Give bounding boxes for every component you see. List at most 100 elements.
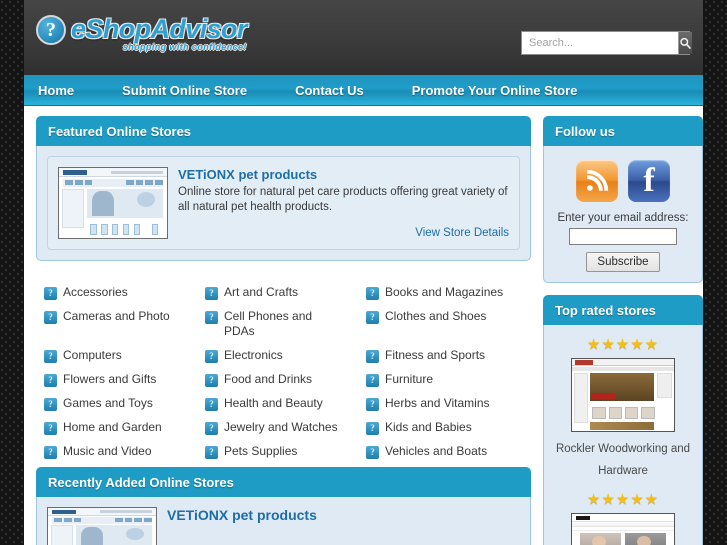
category-label: Accessories (63, 285, 128, 299)
category-folder-icon: ? (366, 311, 379, 324)
email-subscribe-label: Enter your email address: (557, 212, 689, 224)
category-folder-icon: ? (44, 287, 57, 300)
search-input[interactable] (522, 32, 678, 54)
category-label: Books and Magazines (385, 285, 504, 299)
subscribe-button[interactable]: Subscribe (586, 252, 660, 272)
follow-us-body: f Enter your email address: Subscribe (543, 146, 703, 283)
recently-added-store-info: VETiONX pet products (167, 507, 520, 545)
category-folder-icon: ? (44, 446, 57, 459)
email-subscribe-input[interactable] (569, 228, 677, 245)
recently-added-body: VETiONX pet products (36, 497, 531, 545)
category-health-and-beauty[interactable]: ? Health and Beauty (205, 396, 366, 411)
category-folder-icon: ? (205, 398, 218, 411)
category-home-and-garden[interactable]: ? Home and Garden (44, 420, 205, 435)
category-label: Fitness and Sports (385, 348, 486, 362)
category-art-and-crafts[interactable]: ? Art and Crafts (205, 285, 366, 300)
category-folder-icon: ? (205, 446, 218, 459)
category-folder-icon: ? (205, 422, 218, 435)
category-label: Furniture (385, 372, 434, 386)
star-rating: ★★★★★ (586, 491, 660, 508)
top-rated-store-name[interactable]: Rockler Woodworking and Hardware (554, 438, 692, 482)
featured-stores-heading: Featured Online Stores (36, 116, 531, 146)
facebook-icon[interactable]: f (628, 160, 670, 202)
site-logo-name: eShopAdvisor (71, 14, 247, 44)
category-folder-icon: ? (44, 398, 57, 411)
category-folder-icon: ? (44, 350, 57, 363)
category-label: Jewelry and Watches (224, 420, 338, 434)
category-electronics[interactable]: ? Electronics (205, 348, 366, 363)
category-food-and-drinks[interactable]: ? Food and Drinks (205, 372, 366, 387)
category-kids-and-babies[interactable]: ? Kids and Babies (366, 420, 527, 435)
content-area: Featured Online Stores VETiONX pet produ… (24, 106, 703, 545)
nav-item-home[interactable]: Home (38, 83, 96, 98)
category-label: Cameras and Photo (63, 309, 170, 323)
search-button[interactable] (678, 32, 692, 54)
main-navigation: Home Submit Online Store Contact Us Prom… (24, 75, 703, 106)
top-rated-thumbnail[interactable] (571, 513, 675, 545)
category-grid: ? Accessories ? Art and Crafts ? Books a… (36, 273, 531, 467)
category-flowers-and-gifts[interactable]: ? Flowers and Gifts (44, 372, 205, 387)
category-folder-icon: ? (366, 422, 379, 435)
recently-added-store-thumbnail[interactable] (47, 507, 157, 545)
top-rated-stores-body: ★★★★★ Rockler Woodworking and Hardware ★… (543, 325, 703, 545)
category-folder-icon: ? (205, 374, 218, 387)
search-box (521, 31, 692, 55)
follow-us-panel: Follow us f Enter your email address: Su… (543, 116, 703, 283)
category-label: Kids and Babies (385, 420, 472, 434)
category-label: Vehicles and Boats (385, 444, 488, 458)
category-folder-icon: ? (44, 311, 57, 324)
category-folder-icon: ? (366, 350, 379, 363)
site-header: ? eShopAdvisor shopping with confidence! (24, 0, 703, 75)
star-rating: ★★★★★ (586, 336, 660, 353)
category-folder-icon: ? (366, 398, 379, 411)
featured-store-thumbnail[interactable] (58, 167, 168, 239)
question-mark-badge-icon: ? (36, 15, 66, 45)
category-pets-supplies[interactable]: ? Pets Supplies (205, 444, 366, 459)
category-jewelry-and-watches[interactable]: ? Jewelry and Watches (205, 420, 366, 435)
category-accessories[interactable]: ? Accessories (44, 285, 205, 300)
asos-website-screenshot (572, 514, 674, 545)
top-rated-stores-panel: Top rated stores ★★★★★ Rockler Woodworki… (543, 295, 703, 545)
category-herbs-and-vitamins[interactable]: ? Herbs and Vitamins (366, 396, 527, 411)
sidebar: Follow us f Enter your email address: Su… (543, 116, 703, 545)
category-folder-icon: ? (205, 350, 218, 363)
nav-item-contact-us[interactable]: Contact Us (295, 83, 386, 98)
category-clothes-and-shoes[interactable]: ? Clothes and Shoes (366, 309, 527, 339)
view-store-details-link[interactable]: View Store Details (178, 227, 509, 239)
category-games-and-toys[interactable]: ? Games and Toys (44, 396, 205, 411)
recently-added-store-title[interactable]: VETiONX pet products (167, 507, 520, 523)
nav-item-promote-your-online-store[interactable]: Promote Your Online Store (412, 83, 600, 98)
top-rated-item: ★★★★★ (554, 331, 692, 482)
category-music-and-video[interactable]: ? Music and Video (44, 444, 205, 459)
category-folder-icon: ? (44, 422, 57, 435)
category-label: Health and Beauty (224, 396, 323, 410)
category-label: Home and Garden (63, 420, 162, 434)
category-label: Computers (63, 348, 122, 362)
featured-store-description: Online store for natural pet care produc… (178, 186, 508, 213)
nav-item-submit-online-store[interactable]: Submit Online Store (122, 83, 269, 98)
featured-store-info: VETiONX pet products Online store for na… (178, 167, 509, 239)
rss-feed-icon[interactable] (576, 160, 618, 202)
site-logo[interactable]: ? eShopAdvisor shopping with confidence! (36, 14, 247, 52)
top-rated-item: ★★★★★ (554, 482, 692, 545)
category-vehicles-and-boats[interactable]: ? Vehicles and Boats (366, 444, 527, 459)
featured-store-title[interactable]: VETiONX pet products (178, 167, 509, 182)
category-books-and-magazines[interactable]: ? Books and Magazines (366, 285, 527, 300)
category-cameras-and-photo[interactable]: ? Cameras and Photo (44, 309, 205, 339)
featured-store-card: VETiONX pet products Online store for na… (47, 156, 520, 250)
category-cell-phones-and-pdas[interactable]: ? Cell Phones and PDAs (205, 309, 366, 339)
category-fitness-and-sports[interactable]: ? Fitness and Sports (366, 348, 527, 363)
search-icon (680, 37, 691, 49)
featured-stores-panel: Featured Online Stores VETiONX pet produ… (36, 116, 531, 261)
category-label: Art and Crafts (224, 285, 299, 299)
category-label: Cell Phones and PDAs (224, 309, 313, 338)
top-rated-thumbnail[interactable] (571, 358, 675, 432)
category-label: Games and Toys (63, 396, 153, 410)
category-label: Flowers and Gifts (63, 372, 157, 386)
category-label: Clothes and Shoes (385, 309, 487, 323)
recently-added-heading: Recently Added Online Stores (36, 467, 531, 497)
category-furniture[interactable]: ? Furniture (366, 372, 527, 387)
category-label: Food and Drinks (224, 372, 313, 386)
vetionx-website-screenshot (59, 168, 167, 238)
category-computers[interactable]: ? Computers (44, 348, 205, 363)
